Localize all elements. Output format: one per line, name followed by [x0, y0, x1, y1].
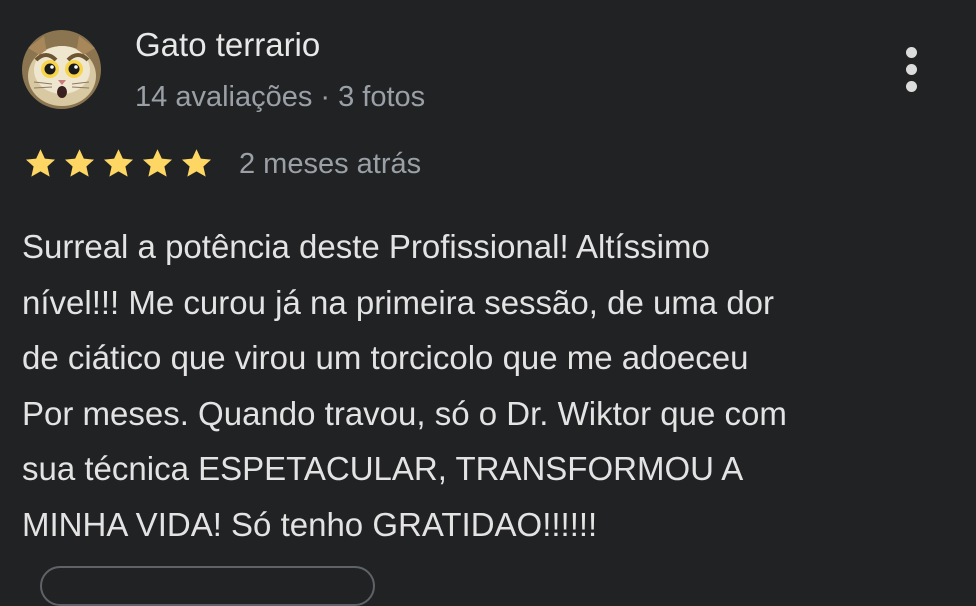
- rating-row: 2 meses atrás: [22, 142, 421, 186]
- review-text-line: nível!!! Me curou já na primeira sessão,…: [22, 283, 775, 321]
- review-text-line: Surreal a potência deste Profissional! A…: [22, 228, 710, 265]
- review-card: Gato terrario 14 avaliações · 3 fotos 2 …: [0, 0, 976, 606]
- star-icon: [139, 146, 176, 182]
- more-options-button[interactable]: [893, 40, 929, 98]
- cat-avatar-icon: [22, 30, 101, 109]
- review-text-line: Por meses. Quando travou, só o Dr. Wikto…: [22, 394, 787, 432]
- star-icon: [178, 146, 215, 182]
- author-avatar[interactable]: [22, 30, 101, 109]
- star-icon: [61, 146, 98, 182]
- review-text-line: MINHA VIDA! Só tenho GRATIDAO!!!!!!: [22, 505, 598, 543]
- review-text-line: sua técnica ESPETACULAR, TRANSFORMOU A: [22, 450, 744, 487]
- star-icon: [100, 146, 137, 182]
- author-meta: 14 avaliações · 3 fotos: [135, 81, 426, 113]
- review-date: 2 meses atrás: [239, 147, 422, 180]
- star-icon: [22, 146, 59, 182]
- review-text: Surreal a potência deste Profissional! A…: [22, 219, 962, 552]
- star-rating: [22, 146, 215, 182]
- review-text-line: de ciático que virou um torcicolo que me…: [22, 339, 749, 376]
- action-chip[interactable]: [40, 566, 375, 606]
- author-name[interactable]: Gato terrario: [135, 24, 320, 66]
- more-vert-icon: [905, 46, 917, 58]
